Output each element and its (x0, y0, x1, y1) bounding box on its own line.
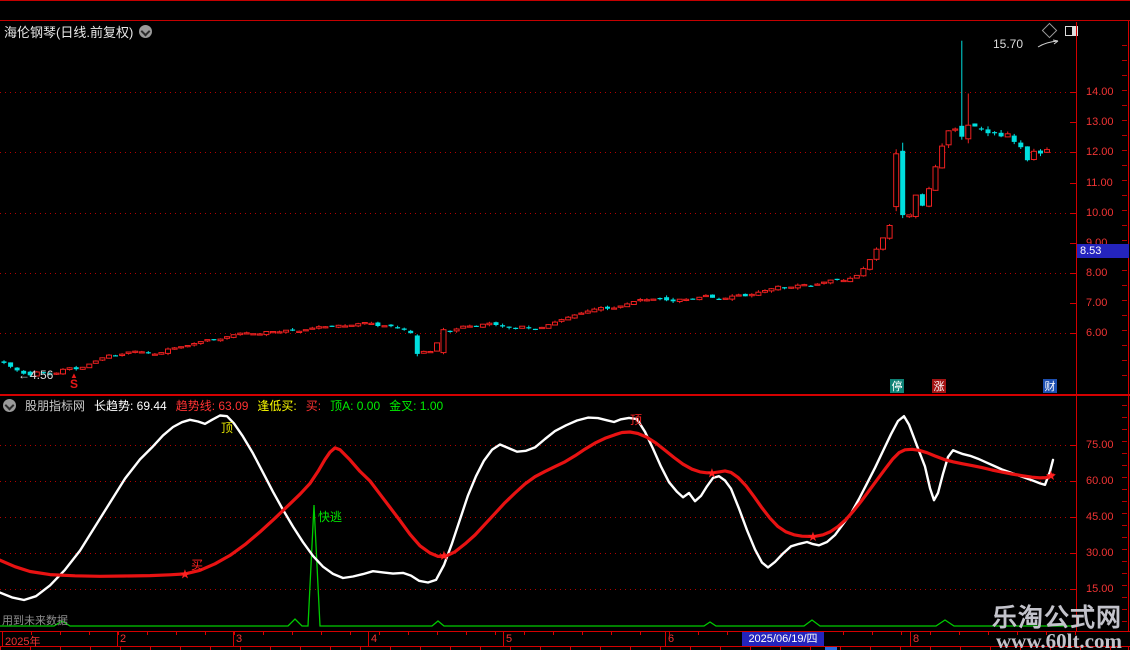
sell-signal-marker: ▲ S (70, 371, 79, 391)
indicator-axis-label: 45.00 (1086, 511, 1114, 523)
indicator-gridline (0, 445, 1076, 446)
price-gridline (0, 152, 1076, 153)
indicator-header: 股朋指标网 长趋势: 69.44 趋势线: 63.09 逢低买: 买: 顶A: 0.00 金… (3, 398, 443, 413)
price-gridline (0, 273, 1076, 274)
date-axis-label: 2025年 (5, 636, 41, 648)
high-price-annotation: 15.70 (993, 37, 1024, 51)
chevron-down-icon[interactable] (139, 25, 153, 38)
date-axis-label: 5 (506, 633, 513, 645)
pane-separator (0, 394, 1130, 396)
date-axis-divider (117, 632, 118, 646)
price-axis-line (1076, 22, 1077, 631)
indicator-header-segment: 股朋指标网 (25, 399, 86, 413)
price-axis-label: 6.00 (1086, 327, 1108, 339)
indicator-gridline (0, 553, 1076, 554)
price-gridline (0, 333, 1076, 334)
date-axis-label: 8 (913, 633, 920, 645)
price-axis-label: 10.00 (1086, 207, 1114, 219)
price-axis-label: 11.00 (1086, 177, 1113, 189)
date-axis-label: 4 (371, 633, 378, 645)
date-axis-label: 6 (668, 633, 675, 645)
indicator-signal-label: 快逃 (318, 510, 343, 524)
annotation-arrow-icon (1037, 39, 1059, 48)
site-watermark: 乐淘公式网 www.60lt.com (992, 606, 1122, 650)
top-toolbar (0, 0, 1130, 21)
price-axis-label: 8.00 (1086, 267, 1108, 279)
watermark-line2: www.60lt.com (996, 629, 1122, 650)
date-axis-label: 3 (236, 633, 243, 645)
price-axis-label: 7.00 (1086, 297, 1108, 309)
date-axis-divider (233, 632, 234, 646)
date-axis-divider (368, 632, 369, 646)
indicator-header-segment: 逢低买: (257, 399, 297, 413)
watermark-line1: 乐淘公式网 (991, 605, 1122, 632)
buy-star-marker: ★ (438, 548, 450, 563)
indicator-gridline (0, 481, 1076, 482)
future-data-note: 用到未来数据 (2, 615, 68, 627)
indicator-header-segment: 顶A: 0.00 (330, 399, 381, 413)
date-axis-label: 2 (120, 633, 127, 645)
date-axis-divider (503, 632, 504, 646)
event-badge[interactable]: 停 (890, 379, 904, 393)
indicator-axis-label: 30.00 (1086, 547, 1114, 559)
indicator-header-segment: 长趋势: 69.44 (94, 399, 167, 413)
window-right-border (1128, 0, 1129, 650)
price-axis-label: 13.00 (1086, 116, 1114, 128)
current-price-tag: 8.53 (1077, 244, 1129, 258)
price-axis-right-ticks (1122, 45, 1127, 390)
buy-star-marker: ★ (179, 566, 191, 581)
price-gridline (0, 213, 1076, 214)
indicator-axis-label: 60.00 (1086, 475, 1114, 487)
indicator-axis-label: 75.00 (1086, 439, 1114, 451)
date-axis-divider (2, 632, 3, 646)
indicator-gridline (0, 589, 1076, 590)
indicator-header-segment: 趋势线: 63.09 (175, 399, 249, 413)
title-row: 海伦钢琴(日线.前复权) (4, 23, 153, 40)
buy-star-marker: ★ (706, 465, 718, 480)
corner-icons (1041, 22, 1078, 39)
indicator-header-segment: 买: (305, 399, 322, 413)
indicator-collapse-icon[interactable] (3, 399, 16, 412)
selected-date-tag: 2025/06/19/四 (742, 632, 824, 646)
event-badge[interactable]: 财 (1043, 379, 1057, 393)
trading-app-window: 分时1分钟5分钟15分钟30分钟60分钟日线周线月线多周期更多 > 复权叠加多股… (0, 0, 1130, 650)
indicator-signal-label: 买 (191, 558, 204, 572)
price-axis-label: 14.00 (1086, 86, 1114, 98)
date-axis-divider (665, 632, 666, 646)
indicator-gridline (0, 517, 1076, 518)
indicator-signal-label: 顶 (630, 413, 643, 427)
price-axis-label: 12.00 (1086, 146, 1114, 158)
indicator-signal-label: 顶 (221, 421, 234, 435)
indicator-axis-label: 15.00 (1086, 583, 1114, 595)
indicator-header-segment: 金叉: 1.00 (389, 399, 444, 413)
symbol-title: 海伦钢琴(日线.前复权) (4, 25, 134, 40)
indicator-axis-right-ticks (1122, 405, 1127, 625)
date-axis-divider (910, 632, 911, 646)
price-gridline (0, 92, 1076, 93)
buy-star-marker: ★ (807, 529, 819, 544)
event-badge[interactable]: 涨 (932, 379, 946, 393)
low-price-annotation: ←4.56 (18, 368, 54, 382)
